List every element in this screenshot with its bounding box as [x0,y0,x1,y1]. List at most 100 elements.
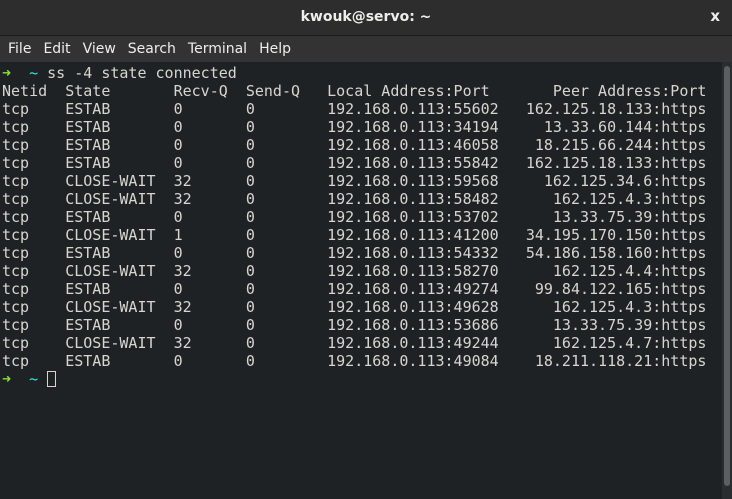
menu-view[interactable]: View [77,41,122,57]
cell-col-5: 162.125.18.133:https [525,154,707,172]
cell-col-2: 1 [173,226,183,244]
cell-col-4: 192.168.0.113:41200 [327,226,499,244]
menu-search[interactable]: Search [122,41,182,57]
cell-col-3: 0 [245,352,255,370]
table-row: tcp ESTAB 0 0 192.168.0.113:49274 99.84.122.1… [2,280,706,298]
cell-col-1: ESTAB [65,316,111,334]
command-text: ss -4 state connected [47,64,237,82]
cell-col-0: tcp [2,244,30,262]
table-row: tcp ESTAB 0 0 192.168.0.113:46058 18.215.66.2… [2,136,706,154]
scrollbar-thumb[interactable] [724,66,730,486]
cell-col-2: 0 [173,280,183,298]
cell-col-4: 192.168.0.113:54332 [327,244,499,262]
cell-col-0: tcp [2,298,30,316]
cell-col-0: tcp [2,334,30,352]
cell-col-1: ESTAB [65,244,111,262]
cell-col-3: 0 [245,208,255,226]
prompt-dir: ~ [29,64,39,82]
cell-col-0: tcp [2,208,30,226]
cell-col-0: tcp [2,172,30,190]
cell-col-2: Recv-Q [173,82,228,100]
cell-col-4: 192.168.0.113:49274 [327,280,499,298]
cell-col-0: tcp [2,226,30,244]
cell-col-4: 192.168.0.113:55842 [327,154,499,172]
menu-edit[interactable]: Edit [37,41,76,57]
cell-col-2: 0 [173,136,183,154]
cell-col-3: 0 [245,226,255,244]
cell-col-0: Netid [2,82,48,100]
table-row: tcp ESTAB 0 0 192.168.0.113:55842 162.125.18.… [2,154,706,172]
cell-col-5: 162.125.34.6:https [543,172,707,190]
cell-col-1: ESTAB [65,280,111,298]
cell-col-1: CLOSE-WAIT [65,298,156,316]
cell-col-1: ESTAB [65,100,111,118]
cell-col-2: 0 [173,100,183,118]
cell-col-0: tcp [2,100,30,118]
menu-bar: File Edit View Search Terminal Help [0,36,732,62]
table-row: tcp CLOSE-WAIT 32 0 192.168.0.113:49244 162.1… [2,334,706,352]
cell-col-1: CLOSE-WAIT [65,172,156,190]
cell-col-1: CLOSE-WAIT [65,334,156,352]
cell-col-3: Send-Q [245,82,301,100]
prompt-line: ➜ ~ [2,370,57,388]
terminal-output[interactable]: ➜ ~ ss -4 state connected Netid State Recv… [0,62,722,499]
cell-col-0: tcp [2,280,30,298]
cell-col-0: tcp [2,118,30,136]
table-row: tcp CLOSE-WAIT 32 0 192.168.0.113:59568 162.1… [2,172,706,190]
window-title: kwouk@servo: ~ [300,9,432,25]
cell-col-5: 13.33.75.39:https [552,316,707,334]
text-cursor [47,371,57,387]
cell-col-0: tcp [2,190,30,208]
table-row: tcp ESTAB 0 0 192.168.0.113:55602 162.125.18.… [2,100,706,118]
menu-help[interactable]: Help [253,41,297,57]
cell-col-3: 0 [245,262,255,280]
cell-col-4: 192.168.0.113:53686 [327,316,499,334]
cell-col-0: tcp [2,154,30,172]
cell-col-5: 162.125.4.3:https [552,298,707,316]
cell-col-4: 192.168.0.113:58270 [327,262,499,280]
cell-col-4: 192.168.0.113:49244 [327,334,499,352]
title-bar: kwouk@servo: ~ x [0,0,732,36]
cell-col-2: 0 [173,208,183,226]
cell-col-5: 162.125.4.7:https [552,334,707,352]
table-row: tcp ESTAB 0 0 192.168.0.113:34194 13.33.60.14… [2,118,706,136]
close-button[interactable]: x [710,7,720,25]
cell-col-5: 34.195.170.150:https [525,226,707,244]
menu-file[interactable]: File [2,41,37,57]
command-line: ➜ ~ ss -4 state connected [2,64,237,82]
table-header: Netid State Recv-Q Send-Q Local Address:Port… [2,82,706,100]
cell-col-2: 32 [173,190,192,208]
table-row: tcp ESTAB 0 0 192.168.0.113:49084 18.211.118.… [2,352,706,370]
cell-col-5: 162.125.4.3:https [552,190,707,208]
cell-col-0: tcp [2,352,30,370]
cell-col-5: 13.33.60.144:https [543,118,707,136]
cell-col-2: 0 [173,154,183,172]
cell-col-4: 192.168.0.113:46058 [327,136,499,154]
scrollbar[interactable] [722,62,732,499]
cell-col-3: 0 [245,298,255,316]
cell-col-5: 18.211.118.21:https [534,352,707,370]
cell-col-3: 0 [245,100,255,118]
ss-output-table: Netid State Recv-Q Send-Q Local Address:Port… [2,82,706,370]
table-row: tcp ESTAB 0 0 192.168.0.113:53702 13.33.75.39… [2,208,706,226]
cell-col-4: 192.168.0.113:53702 [327,208,499,226]
cell-col-4: 192.168.0.113:58482 [327,190,499,208]
cell-col-4: 192.168.0.113:34194 [327,118,499,136]
cell-col-1: ESTAB [65,208,111,226]
menu-terminal[interactable]: Terminal [182,41,253,57]
cell-col-3: 0 [245,334,255,352]
table-row: tcp CLOSE-WAIT 32 0 192.168.0.113:58270 162.1… [2,262,706,280]
cell-col-4: 192.168.0.113:59568 [327,172,499,190]
prompt-arrow-icon: ➜ [2,370,12,388]
cell-col-2: 0 [173,352,183,370]
cell-col-2: 32 [173,334,192,352]
cell-col-2: 32 [173,172,192,190]
cell-col-2: 32 [173,298,192,316]
cell-col-3: 0 [245,244,255,262]
cell-col-3: 0 [245,136,255,154]
cell-col-1: ESTAB [65,154,111,172]
cell-col-0: tcp [2,316,30,334]
cell-col-2: 32 [173,262,192,280]
cell-col-1: State [65,82,111,100]
cell-col-0: tcp [2,262,30,280]
